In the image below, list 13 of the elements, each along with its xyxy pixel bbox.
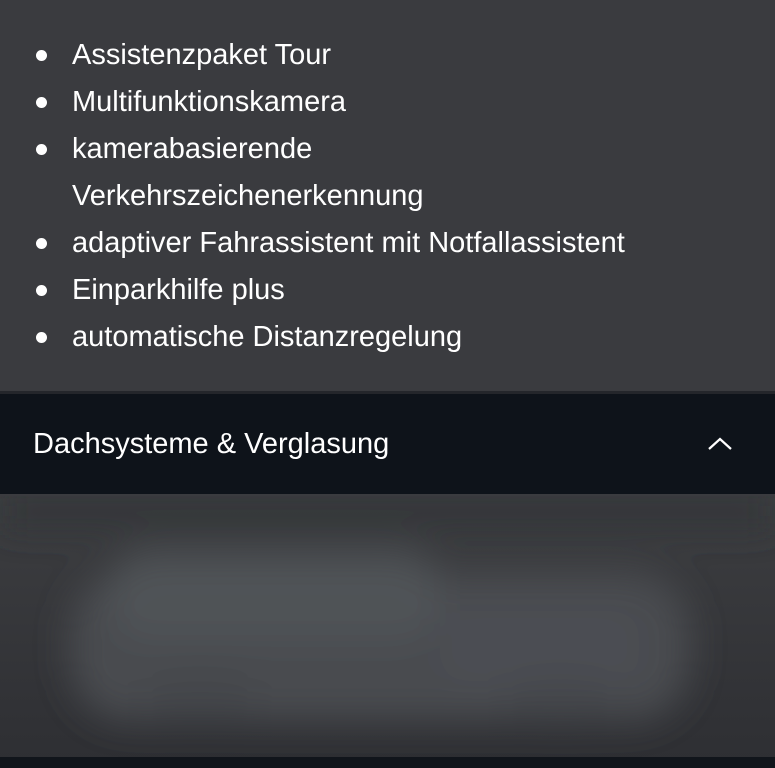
- section-title: Dachsysteme & Verglasung: [33, 428, 390, 460]
- feature-text: automatische Distanzregelung: [72, 320, 462, 355]
- bullet-icon: [36, 50, 47, 61]
- bullet-icon: [36, 238, 47, 249]
- accordion-header[interactable]: Dachsysteme & Verglasung: [0, 394, 775, 494]
- bullet-icon: [36, 332, 47, 343]
- feature-text: Multifunktionskamera: [72, 85, 346, 120]
- bullet-icon: [36, 144, 47, 155]
- bullet-icon: [36, 97, 47, 108]
- bullet-icon: [36, 285, 47, 296]
- feature-text: adaptiver Fahrassistent mit Notfallassistent: [72, 226, 625, 261]
- feature-text: Assistenzpaket Tour: [72, 38, 331, 73]
- feature-text: Einparkhilfe plus: [72, 273, 285, 308]
